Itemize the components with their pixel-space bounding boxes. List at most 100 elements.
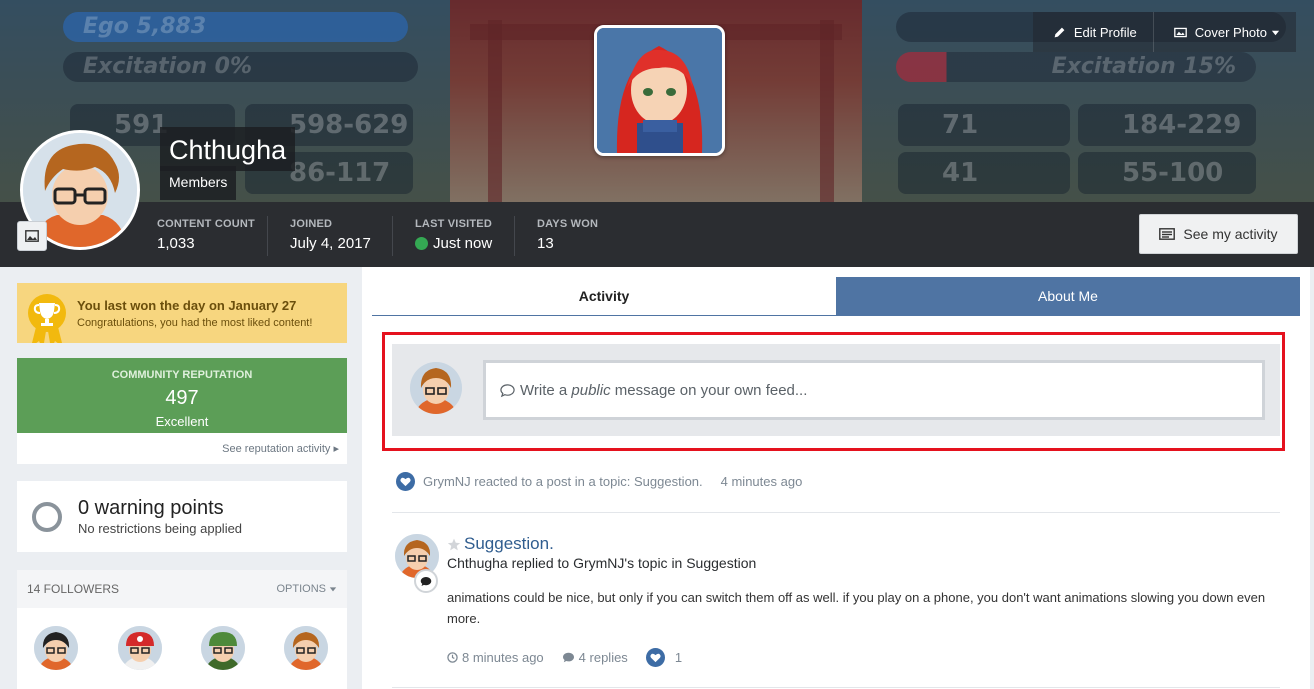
post-time[interactable]: 8 minutes ago [447,650,544,665]
post-reactions-count: 1 [674,650,683,665]
activity-list-icon [1159,228,1176,240]
composer-placeholder-emph: public [571,381,611,399]
follower-avatar[interactable] [34,626,78,670]
cover-stat: 55-100 [1078,152,1256,194]
cover-ego-bar: Ego 5,883 [63,12,408,42]
trophy-icon [17,283,77,349]
stat-days-won: DAYS WON 13 [537,218,598,252]
caret-down-icon [1271,30,1280,35]
stat-joined: JOINED July 4, 2017 [290,218,371,252]
post-time-text: 8 minutes ago [462,650,544,665]
followers-card: 14 FOLLOWERS OPTIONS [17,570,347,689]
reputation-box: COMMUNITY REPUTATION 497 Excellent [17,358,347,433]
cover-stat: 184-229 [1078,104,1256,146]
reaction-text[interactable]: GrymNJ reacted to a post in a topic: Sug… [423,474,703,489]
cover-stat: 41 [898,152,1070,194]
post-subtitle: Chthugha replied to GrymNJ's topic in Su… [447,555,757,571]
followers-options-button[interactable]: OPTIONS [276,583,337,595]
day-won-text: You last won the day on January 27 Congr… [77,298,312,329]
cover-photo-button[interactable]: Cover Photo [1152,12,1296,52]
star-icon [447,538,461,550]
online-status-icon [415,237,428,250]
stat-value-text: 13 [537,235,554,252]
profile-group: Members [169,174,228,190]
status-message-input[interactable]: Write a public message on your own feed.… [483,360,1265,420]
cover-excitation-bar-right: Excitation 15% [896,52,1256,82]
day-won-title: You last won the day on January 27 [77,297,297,313]
profile-stats-bar: CONTENT COUNT 1,033 JOINED July 4, 2017 … [0,202,1314,267]
warning-title: 0 warning points [78,497,224,519]
clock-icon [447,652,458,663]
edit-profile-label: Edit Profile [1073,24,1137,40]
comment-icon [562,652,574,663]
pencil-icon [1054,27,1065,37]
tab-border [372,315,1300,316]
feed-reaction-item: GrymNJ reacted to a post in a topic: Sug… [396,472,802,491]
reputation-link-label: See reputation activity [222,443,331,455]
tab-activity[interactable]: Activity [372,277,836,315]
reputation-card: COMMUNITY REPUTATION 497 Excellent See r… [17,358,347,464]
post-title: Suggestion. [464,534,554,553]
cover-stat: 71 [898,104,1070,146]
profile-name: Chthugha [169,135,287,165]
followers-title: 14 FOLLOWERS [27,582,120,596]
stat-divider [392,216,393,256]
cover-photo-label: Cover Photo [1194,24,1267,40]
post-body: animations could be nice, but only if yo… [447,590,1266,626]
follower-avatar[interactable] [118,626,162,670]
composer-placeholder-prefix: Write a [520,381,572,399]
featured-character-image [594,25,725,156]
warning-points-card: 0 warning points No restrictions being a… [17,481,347,552]
follower-avatar[interactable] [284,626,328,670]
post-replies-text: 4 replies [578,650,628,665]
stat-value: 1,033 [157,235,255,252]
day-won-banner: You last won the day on January 27 Congr… [17,283,347,349]
stat-divider [514,216,515,256]
stat-label: DAYS WON [537,218,599,230]
see-my-activity-button[interactable]: See my activity [1139,214,1298,254]
reaction-time: 4 minutes ago [720,474,803,489]
day-won-subtitle: Congratulations, you had the most liked … [77,316,313,329]
stat-value: 13 [537,235,598,252]
reputation-label: COMMUNITY REPUTATION [111,369,253,381]
stat-content-count: CONTENT COUNT 1,033 [157,218,255,252]
heart-icon [396,472,415,491]
stat-last-visited: LAST VISITED Just now [415,218,492,252]
reputation-value: 497 [165,387,199,409]
edit-profile-button[interactable]: Edit Profile [1033,12,1153,52]
status-composer: Write a public message on your own feed.… [392,344,1280,436]
caret-down-icon [329,587,337,592]
see-my-activity-label: See my activity [1183,226,1278,242]
see-reputation-activity-link[interactable]: See reputation activity ▸ [17,433,347,455]
feed-divider [392,512,1280,513]
profile-name-box: Chthugha [160,127,296,171]
post-title-link[interactable]: Suggestion. [447,534,554,554]
composer-placeholder-suffix: message on your own feed... [610,381,808,399]
cover-actions: Edit Profile Cover Photo [1032,12,1296,52]
post-meta: 8 minutes ago 4 replies 1 [447,648,700,667]
stat-label: CONTENT COUNT [157,218,255,230]
stat-value: Just now [415,235,492,252]
warning-subtitle: No restrictions being applied [78,521,243,536]
stat-label: LAST VISITED [415,218,492,230]
image-icon [1173,27,1187,37]
change-avatar-button[interactable] [17,221,47,251]
warning-text: 0 warning points No restrictions being a… [78,497,242,536]
tab-about-me[interactable]: About Me [836,277,1300,315]
stat-label: JOINED [290,218,333,230]
comment-badge-icon [414,569,438,593]
post-reactions[interactable]: 1 [645,648,683,667]
reputation-word: Excellent [155,414,209,429]
stat-value-text: Just now [433,235,493,252]
follower-avatar[interactable] [201,626,245,670]
warning-ring-icon [32,501,62,532]
stat-divider [267,216,268,256]
post-replies[interactable]: 4 replies [562,650,628,665]
followers-options-label: OPTIONS [276,583,326,595]
cover-excitation-bar: Excitation 0% [63,52,418,82]
stat-value-text: 1,033 [157,235,195,252]
caret-right-icon: ▸ [333,443,339,455]
profile-tabs: Activity About Me [372,277,1300,315]
followers-list [17,608,347,689]
heart-icon [645,648,665,667]
